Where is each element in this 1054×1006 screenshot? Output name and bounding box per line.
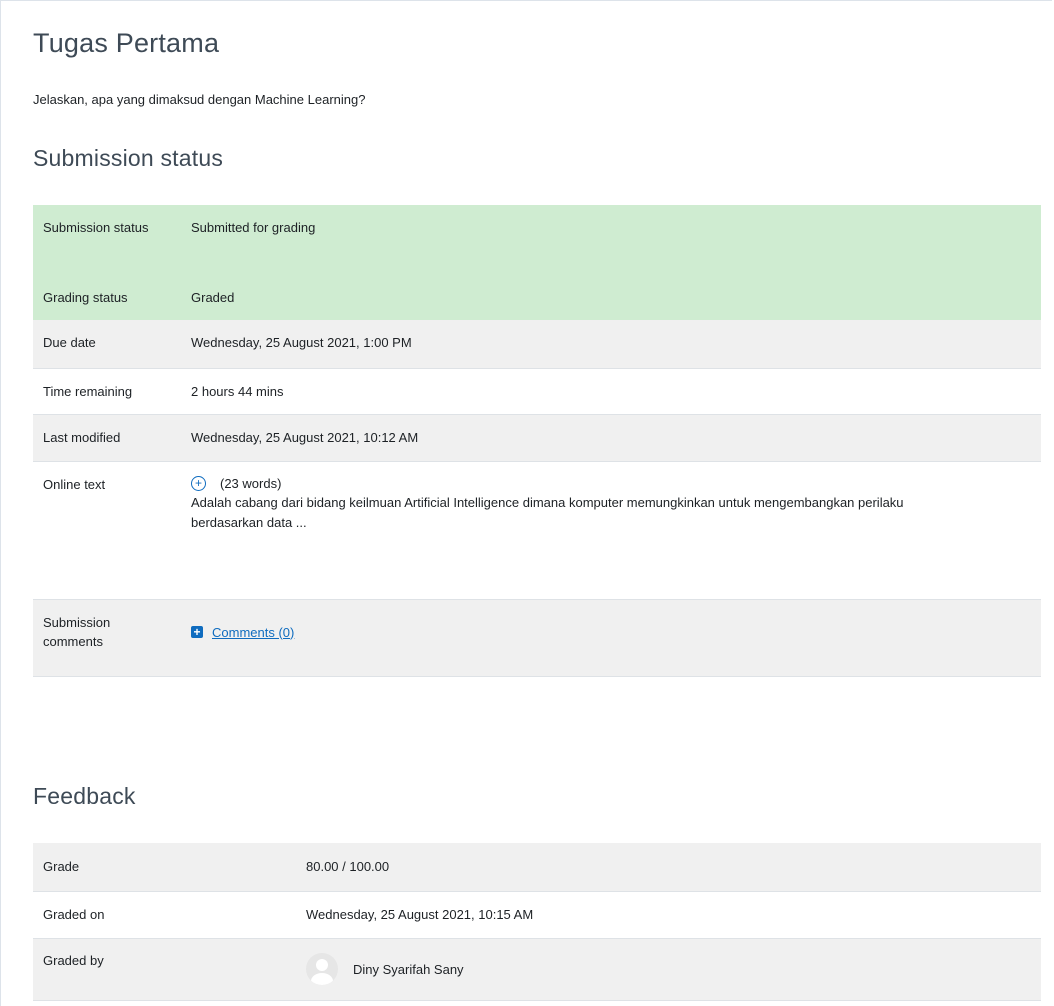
graded-on-label: Graded on xyxy=(33,891,296,939)
submission-comments-row: Submission comments + Comments (0) xyxy=(33,599,1041,677)
graded-by-value: Diny Syarifah Sany xyxy=(296,938,1041,1001)
feedback-table: Grade 80.00 / 100.00 Graded on Wednesday… xyxy=(33,843,1041,1001)
time-remaining-value: 2 hours 44 mins xyxy=(181,368,1041,415)
online-text-row: Online text + (23 words) Adalah cabang d… xyxy=(33,461,1041,600)
due-date-label: Due date xyxy=(33,320,181,369)
online-text-value: + (23 words) Adalah cabang dari bidang k… xyxy=(181,461,1041,600)
submission-status-heading: Submission status xyxy=(33,145,224,171)
time-remaining-label: Time remaining xyxy=(33,368,181,415)
grading-status-label: Grading status xyxy=(33,275,181,320)
last-modified-value: Wednesday, 25 August 2021, 10:12 AM xyxy=(181,414,1041,462)
grading-status-value: Graded xyxy=(181,275,1041,320)
grade-label: Grade xyxy=(33,843,296,892)
grader-name: Diny Syarifah Sany xyxy=(353,961,464,977)
graded-on-row: Graded on Wednesday, 25 August 2021, 10:… xyxy=(33,891,1041,939)
online-text-preview: Adalah cabang dari bidang keilmuan Artif… xyxy=(191,494,904,530)
time-remaining-row: Time remaining 2 hours 44 mins xyxy=(33,368,1041,415)
submission-status-label: Submission status xyxy=(33,205,181,275)
graded-on-value: Wednesday, 25 August 2021, 10:15 AM xyxy=(296,891,1041,939)
grading-status-row: Grading status Graded xyxy=(33,275,1041,320)
submission-comments-value: + Comments (0) xyxy=(181,599,1041,677)
online-text-label: Online text xyxy=(33,461,181,600)
grade-value: 80.00 / 100.00 xyxy=(296,843,1041,892)
last-modified-row: Last modified Wednesday, 25 August 2021,… xyxy=(33,414,1041,462)
feedback-heading: Feedback xyxy=(33,783,136,809)
due-date-value: Wednesday, 25 August 2021, 1:00 PM xyxy=(181,320,1041,369)
comments-link[interactable]: Comments (0) xyxy=(212,625,294,640)
word-count: (23 words) xyxy=(220,475,282,491)
submission-status-row: Submission status Submitted for grading xyxy=(33,205,1041,275)
last-modified-label: Last modified xyxy=(33,414,181,462)
grade-row: Grade 80.00 / 100.00 xyxy=(33,843,1041,892)
graded-by-row: Graded by Diny Syarifah Sany xyxy=(33,938,1041,1001)
submission-status-table: Submission status Submitted for grading … xyxy=(33,205,1041,677)
submission-comments-label: Submission comments xyxy=(33,599,181,677)
due-date-row: Due date Wednesday, 25 August 2021, 1:00… xyxy=(33,320,1041,369)
page-title: Tugas Pertama xyxy=(33,28,220,58)
plus-circle-icon[interactable]: + xyxy=(191,475,206,491)
plus-square-icon[interactable]: + xyxy=(191,626,203,638)
assignment-question: Jelaskan, apa yang dimaksud dengan Machi… xyxy=(33,92,366,107)
user-avatar-icon xyxy=(306,953,338,985)
graded-by-label: Graded by xyxy=(33,938,296,1001)
submission-status-value: Submitted for grading xyxy=(181,205,1041,275)
